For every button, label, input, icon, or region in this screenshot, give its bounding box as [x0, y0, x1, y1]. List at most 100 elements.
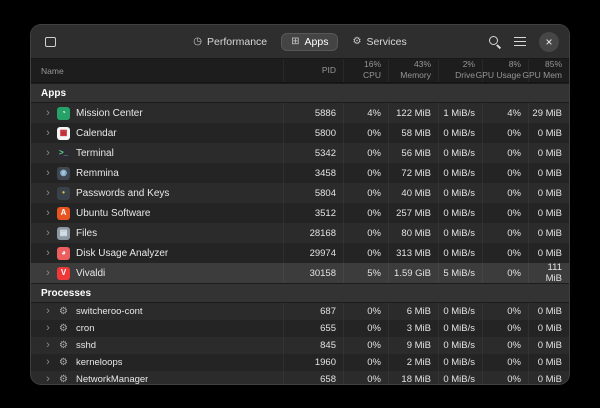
app-name: NetworkManager	[76, 374, 148, 384]
cell-gpu: 4%	[482, 103, 528, 123]
tab-services[interactable]: ⚙ Services	[342, 33, 416, 51]
app-name: Terminal	[76, 148, 114, 159]
tab-performance[interactable]: ◷ Performance	[183, 33, 277, 51]
column-cpu-label: CPU	[363, 71, 381, 81]
cell-memory: 40 MiB	[388, 183, 438, 203]
expand-chevron-icon[interactable]: ›	[41, 208, 55, 219]
column-gpu-usage-label: GPU Usage	[476, 71, 521, 81]
cell-gpu: 0%	[482, 183, 528, 203]
cell-pid: 655	[283, 320, 343, 337]
calendar-icon: ▦	[57, 127, 70, 140]
cell-cpu: 0%	[343, 223, 388, 243]
row-name-cell: ›>_Terminal	[31, 143, 283, 163]
table-row[interactable]: ›>_Terminal53420%56 MiB0 MiB/s0%0 MiB	[31, 143, 569, 163]
expand-chevron-icon[interactable]: ›	[41, 248, 55, 259]
table-row[interactable]: ›◔Mission Center58864%122 MiB1 MiB/s4%29…	[31, 103, 569, 123]
cell-gpu: 0%	[482, 203, 528, 223]
cell-pid: 5800	[283, 123, 343, 143]
table-row[interactable]: ›⚙sshd8450%9 MiB0 MiB/s0%0 MiB	[31, 337, 569, 354]
cell-gpu: 0%	[482, 143, 528, 163]
table-body: Apps›◔Mission Center58864%122 MiB1 MiB/s…	[31, 83, 569, 384]
app-name: Mission Center	[76, 108, 143, 119]
column-header-cpu[interactable]: 16% CPU	[343, 59, 388, 82]
row-name-cell: ›◔Mission Center	[31, 103, 283, 123]
tab-apps[interactable]: ⊞ Apps	[281, 33, 338, 51]
cell-memory: 58 MiB	[388, 123, 438, 143]
cell-pid: 1960	[283, 354, 343, 371]
expand-chevron-icon[interactable]: ›	[41, 268, 55, 279]
cell-memory: 6 MiB	[388, 303, 438, 320]
row-name-cell: ›⚙NetworkManager	[31, 371, 283, 384]
view-switcher: ◷ Performance ⊞ Apps ⚙ Services	[151, 33, 449, 51]
expand-chevron-icon[interactable]: ›	[41, 168, 55, 179]
column-pid-label: PID	[322, 66, 336, 76]
cell-pid: 845	[283, 337, 343, 354]
cell-drive: 0 MiB/s	[438, 243, 482, 263]
cell-pid: 29974	[283, 243, 343, 263]
expand-chevron-icon[interactable]: ›	[41, 323, 55, 334]
table-row[interactable]: ›◕Disk Usage Analyzer299740%313 MiB0 MiB…	[31, 243, 569, 263]
cell-drive: 0 MiB/s	[438, 320, 482, 337]
cell-drive: 0 MiB/s	[438, 123, 482, 143]
section-header-processes: Processes	[31, 283, 569, 303]
expand-chevron-icon[interactable]: ›	[41, 340, 55, 351]
expand-chevron-icon[interactable]: ›	[41, 228, 55, 239]
cell-memory: 1.59 GiB	[388, 263, 438, 283]
cell-cpu: 0%	[343, 303, 388, 320]
expand-chevron-icon[interactable]: ›	[41, 374, 55, 384]
cell-cpu: 0%	[343, 371, 388, 384]
cell-gpu: 0%	[482, 223, 528, 243]
expand-chevron-icon[interactable]: ›	[41, 128, 55, 139]
row-name-cell: ›◕Disk Usage Analyzer	[31, 243, 283, 263]
disk-usage-analyzer-icon: ◕	[57, 247, 70, 260]
expand-chevron-icon[interactable]: ›	[41, 306, 55, 317]
cell-memory: 2 MiB	[388, 354, 438, 371]
column-header-memory[interactable]: 43% Memory	[388, 59, 438, 82]
section-rows-apps: ›◔Mission Center58864%122 MiB1 MiB/s4%29…	[31, 103, 569, 283]
remmina-icon: ◉	[57, 167, 70, 180]
table-row[interactable]: ›▤Files281680%80 MiB0 MiB/s0%0 MiB	[31, 223, 569, 243]
cell-gpu: 0%	[482, 243, 528, 263]
cell-cpu: 0%	[343, 123, 388, 143]
cell-gpu_mem: 0 MiB	[528, 320, 569, 337]
expand-chevron-icon[interactable]: ›	[41, 148, 55, 159]
cell-gpu_mem: 0 MiB	[528, 183, 569, 203]
table-row[interactable]: ›⚙kerneloops19600%2 MiB0 MiB/s0%0 MiB	[31, 354, 569, 371]
expand-chevron-icon[interactable]: ›	[41, 108, 55, 119]
titlebar-left	[41, 37, 151, 47]
column-header-gpu-mem[interactable]: 85% GPU Mem	[528, 59, 569, 82]
column-header-name[interactable]: Name	[31, 59, 283, 82]
apps-table: Name PID 16% CPU 43% Memory 2% Drive 8% …	[31, 59, 569, 384]
cell-memory: 72 MiB	[388, 163, 438, 183]
table-row[interactable]: ›VVivaldi301585%1.59 GiB5 MiB/s0%111 MiB	[31, 263, 569, 283]
cell-pid: 5804	[283, 183, 343, 203]
cell-pid: 658	[283, 371, 343, 384]
cell-gpu: 0%	[482, 123, 528, 143]
cell-cpu: 0%	[343, 243, 388, 263]
window-icon[interactable]	[45, 37, 56, 47]
hamburger-menu-icon[interactable]	[514, 37, 526, 46]
expand-chevron-icon[interactable]: ›	[41, 188, 55, 199]
section-rows-processes: ›⚙switcheroo-cont6870%6 MiB0 MiB/s0%0 Mi…	[31, 303, 569, 384]
drive-total-percent: 2%	[463, 60, 475, 70]
cell-pid: 5886	[283, 103, 343, 123]
speedometer-icon: ◷	[193, 37, 202, 47]
table-row[interactable]: ›⚙NetworkManager6580%18 MiB0 MiB/s0%0 Mi…	[31, 371, 569, 384]
table-row[interactable]: ›•Passwords and Keys58040%40 MiB0 MiB/s0…	[31, 183, 569, 203]
cell-gpu: 0%	[482, 337, 528, 354]
search-icon[interactable]	[488, 35, 501, 48]
app-name: Calendar	[76, 128, 117, 139]
table-row[interactable]: ›AUbuntu Software35120%257 MiB0 MiB/s0%0…	[31, 203, 569, 223]
table-row[interactable]: ›⚙cron6550%3 MiB0 MiB/s0%0 MiB	[31, 320, 569, 337]
table-row[interactable]: ›▦Calendar58000%58 MiB0 MiB/s0%0 MiB	[31, 123, 569, 143]
close-button[interactable]: ×	[539, 32, 559, 52]
cell-gpu_mem: 0 MiB	[528, 337, 569, 354]
table-row[interactable]: ›⚙switcheroo-cont6870%6 MiB0 MiB/s0%0 Mi…	[31, 303, 569, 320]
cell-gpu: 0%	[482, 320, 528, 337]
column-name-label: Name	[41, 66, 64, 76]
column-header-gpu-usage[interactable]: 8% GPU Usage	[482, 59, 528, 82]
column-header-pid[interactable]: PID	[283, 59, 343, 82]
expand-chevron-icon[interactable]: ›	[41, 357, 55, 368]
app-name: kerneloops	[76, 357, 122, 368]
table-row[interactable]: ›◉Remmina34580%72 MiB0 MiB/s0%0 MiB	[31, 163, 569, 183]
